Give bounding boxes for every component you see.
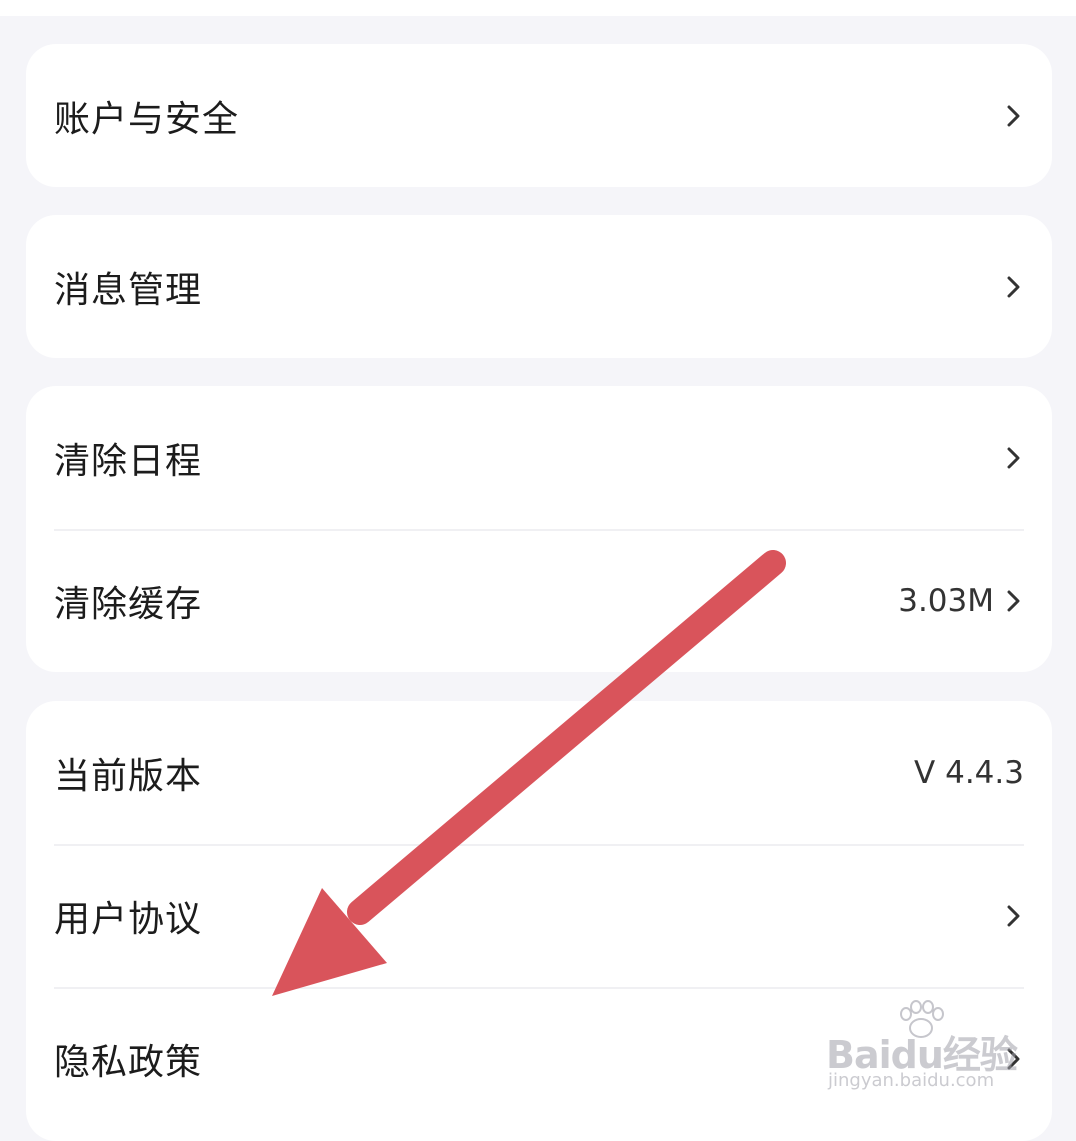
user-agreement-row[interactable]: 用户协议 bbox=[26, 844, 1052, 987]
account-card: 账户与安全 bbox=[26, 44, 1052, 187]
clear-schedule-label: 清除日程 bbox=[54, 440, 203, 482]
baidu-watermark: Baidu经验 jingyan.baidu.com bbox=[826, 1000, 1046, 1100]
version-value: V 4.4.3 bbox=[914, 754, 1024, 791]
message-card: 消息管理 bbox=[26, 215, 1052, 358]
clear-cache-label: 清除缓存 bbox=[54, 583, 203, 625]
message-management-row[interactable]: 消息管理 bbox=[26, 215, 1052, 358]
chevron-right-icon bbox=[1007, 447, 1020, 468]
account-security-row[interactable]: 账户与安全 bbox=[26, 44, 1052, 187]
watermark-url: jingyan.baidu.com bbox=[828, 1070, 995, 1091]
message-management-label: 消息管理 bbox=[54, 269, 203, 311]
clear-card: 清除日程 清除缓存 3.03M bbox=[26, 386, 1052, 672]
account-security-label: 账户与安全 bbox=[54, 98, 240, 140]
user-agreement-label: 用户协议 bbox=[54, 898, 203, 940]
cache-size-value: 3.03M bbox=[898, 582, 994, 619]
chevron-right-icon bbox=[1007, 905, 1020, 926]
top-bar bbox=[0, 0, 1076, 16]
current-version-label: 当前版本 bbox=[54, 755, 203, 797]
chevron-right-icon bbox=[1007, 105, 1020, 126]
clear-cache-row[interactable]: 清除缓存 3.03M bbox=[26, 529, 1052, 672]
clear-schedule-row[interactable]: 清除日程 bbox=[26, 386, 1052, 529]
chevron-right-icon bbox=[1007, 590, 1020, 611]
chevron-right-icon bbox=[1007, 276, 1020, 297]
current-version-row: 当前版本 V 4.4.3 bbox=[26, 701, 1052, 844]
